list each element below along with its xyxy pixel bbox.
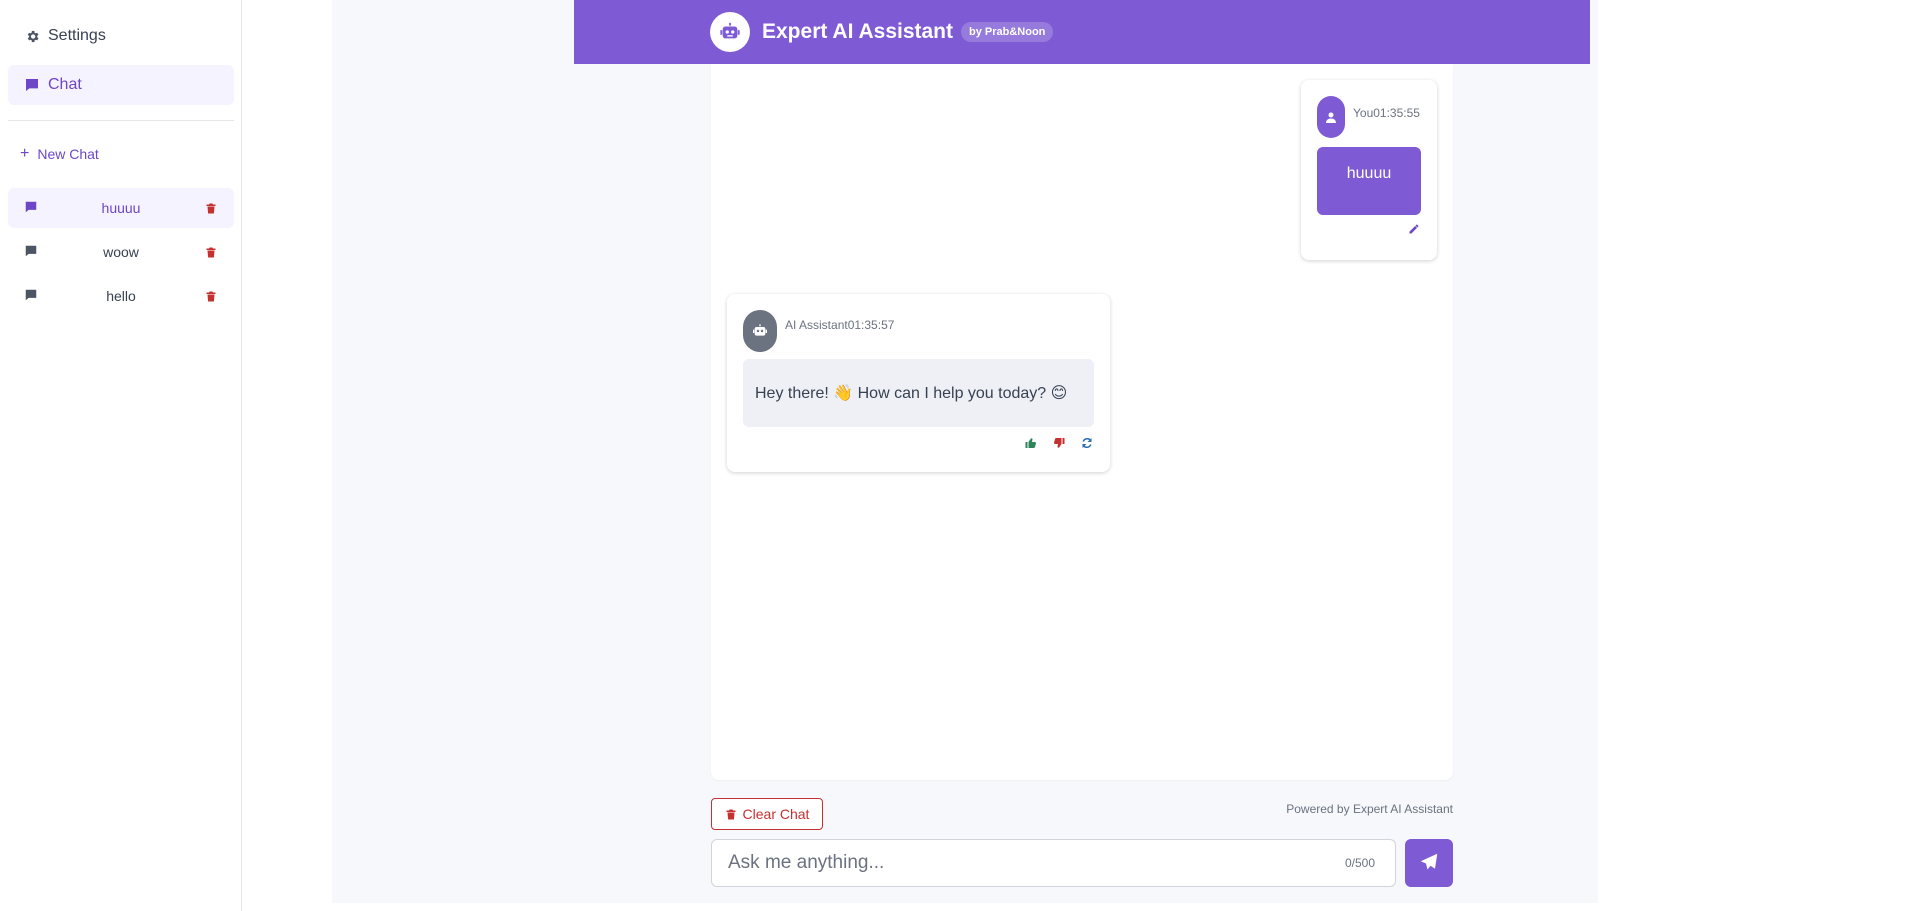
chat-input-container: 0/500 (711, 839, 1396, 887)
powered-by-text: Powered by Expert AI Assistant (1286, 802, 1453, 816)
nav-settings[interactable]: Settings (8, 16, 234, 56)
chat-bubble-icon (24, 77, 40, 93)
trash-icon[interactable] (204, 245, 218, 259)
robot-icon (710, 12, 750, 52)
chat-history-item[interactable]: huuuu (8, 188, 234, 228)
chat-history-list: huuuu woow hello (8, 188, 234, 320)
clear-chat-button[interactable]: Clear Chat (711, 798, 823, 830)
robot-icon (743, 310, 777, 352)
plus-icon: + (20, 145, 30, 162)
chat-history-item[interactable]: hello (8, 276, 234, 316)
new-chat-label: New Chat (37, 146, 99, 162)
nav-chat[interactable]: Chat (8, 65, 234, 105)
trash-icon[interactable] (204, 201, 218, 215)
message-time: 01:35:55 (1373, 106, 1420, 120)
assistant-message: AI Assistant01:35:57 Hey there! 👋 How ca… (727, 294, 1110, 472)
pencil-icon[interactable] (1407, 222, 1421, 236)
paper-plane-icon (1420, 853, 1438, 874)
message-author: You (1353, 106, 1374, 120)
chat-history-label: hello (106, 288, 136, 304)
sidebar: Settings Chat + New Chat huuuu woow hell… (0, 0, 242, 911)
user-message: You01:35:55 huuuu (1301, 80, 1437, 260)
new-chat-button[interactable]: + New Chat (20, 144, 99, 164)
chat-input[interactable] (712, 840, 1312, 886)
message-author: AI Assistant (785, 318, 848, 332)
send-button[interactable] (1405, 839, 1453, 887)
assistant-message-meta: AI Assistant01:35:57 (785, 318, 894, 332)
assistant-message-text: Hey there! 👋 How can I help you today? 😊 (743, 359, 1094, 427)
chat-bubble-icon (24, 244, 38, 261)
byline-badge: by Prab&Noon (961, 22, 1054, 42)
app-header: Expert AI Assistant by Prab&Noon (574, 0, 1590, 64)
refresh-icon[interactable] (1080, 436, 1094, 450)
app-title: Expert AI Assistant (762, 20, 953, 43)
thumbs-down-icon[interactable] (1052, 436, 1066, 450)
clear-chat-label: Clear Chat (742, 806, 810, 822)
gear-icon (24, 28, 40, 44)
chat-bubble-icon (24, 288, 38, 305)
user-message-meta: You01:35:55 (1353, 106, 1420, 120)
trash-icon (725, 808, 737, 821)
user-icon (1317, 96, 1345, 138)
thumbs-up-icon[interactable] (1024, 436, 1038, 450)
nav-settings-label: Settings (48, 27, 106, 44)
nav-chat-label: Chat (48, 76, 82, 93)
chat-bubble-icon (24, 200, 38, 217)
sidebar-divider (8, 120, 234, 121)
chat-history-label: huuuu (101, 200, 141, 216)
chat-history-item[interactable]: woow (8, 232, 234, 272)
user-message-text: huuuu (1317, 147, 1421, 215)
message-time: 01:35:57 (847, 318, 895, 332)
chat-history-label: woow (103, 244, 139, 260)
trash-icon[interactable] (204, 289, 218, 303)
message-actions (1024, 436, 1094, 450)
char-counter: 0/500 (1344, 856, 1375, 870)
